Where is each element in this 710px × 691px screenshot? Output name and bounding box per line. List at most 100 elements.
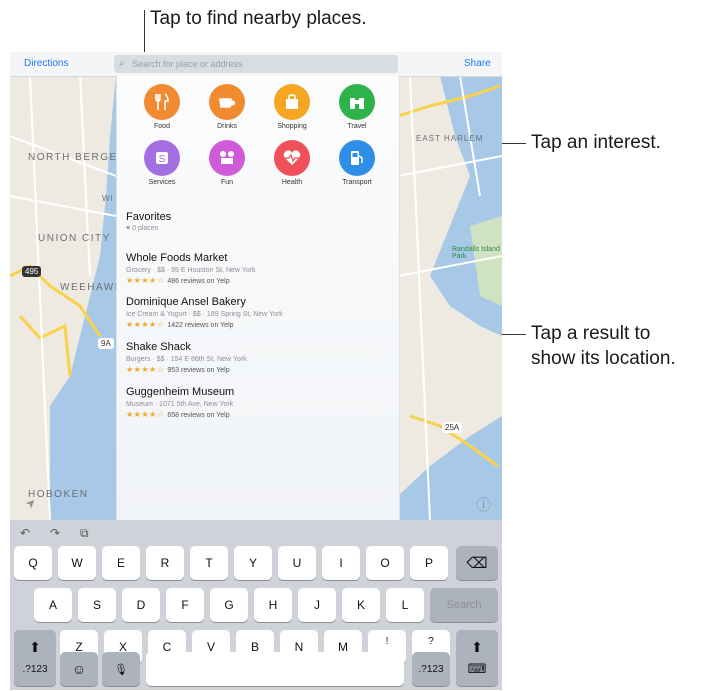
favorites-count: ♥ 0 places	[126, 225, 159, 232]
numbers-key-right[interactable]: .?123	[412, 652, 450, 686]
fork-knife-icon	[144, 84, 180, 120]
highway-2	[18, 314, 72, 377]
callout-result-1: Tap a result to	[531, 323, 651, 344]
star-rating-icon: ★★★★☆	[126, 365, 165, 374]
category-travel[interactable]: Travel	[327, 84, 387, 130]
category-label: Fun	[220, 179, 234, 186]
result-item[interactable]: Dominique Ansel Bakery Ice Cream & Yogur…	[126, 296, 391, 329]
hide-keyboard-icon[interactable]: ⌨	[456, 652, 498, 686]
key-g[interactable]: G	[210, 588, 248, 622]
redo-icon[interactable]: ↷	[50, 526, 60, 540]
search-results-panel: Food Drinks Shopping Travel S Services F…	[116, 76, 400, 520]
category-label: Transport	[342, 179, 372, 186]
callout-search: Tap to find nearby places.	[150, 8, 367, 29]
key-k[interactable]: K	[342, 588, 380, 622]
binoculars-icon	[339, 84, 375, 120]
search-placeholder: Search for place or address	[132, 59, 243, 69]
directions-button[interactable]: Directions	[24, 58, 68, 69]
keyboard-shortcut-bar: ↶ ↷ ⧉	[10, 520, 502, 546]
onscreen-keyboard: ↶ ↷ ⧉ Q W E R T Y U I O P ⌫ A S D F G H …	[10, 520, 502, 690]
map-label-route-9a: 9A	[98, 338, 114, 349]
key-h[interactable]: H	[254, 588, 292, 622]
search-icon: ⌕	[119, 58, 125, 69]
category-drinks[interactable]: Drinks	[197, 84, 257, 130]
key-y[interactable]: Y	[234, 546, 272, 580]
key-s[interactable]: S	[78, 588, 116, 622]
star-rating-icon: ★★★★☆	[126, 410, 165, 419]
category-label: Shopping	[277, 123, 307, 130]
key-t[interactable]: T	[190, 546, 228, 580]
category-transport[interactable]: Transport	[327, 140, 387, 186]
result-name: Guggenheim Museum	[126, 386, 235, 398]
gas-pump-icon	[339, 140, 375, 176]
result-name: Shake Shack	[126, 341, 191, 353]
result-item[interactable]: Guggenheim Museum Museum · 1071 5th Ave,…	[126, 386, 391, 419]
paste-icon[interactable]: ⧉	[80, 526, 89, 541]
map-label-route-25a: 25A	[442, 422, 463, 433]
coffee-cup-icon	[209, 84, 245, 120]
result-reviews: 658 reviews on Yelp	[167, 412, 230, 419]
map-label-wi: WI	[102, 194, 114, 203]
share-button[interactable]: Share	[464, 58, 491, 69]
key-r[interactable]: R	[146, 546, 184, 580]
star-rating-icon: ★★★★☆	[126, 276, 165, 285]
key-i[interactable]: I	[322, 546, 360, 580]
space-bar[interactable]	[146, 652, 404, 686]
result-reviews: 953 reviews on Yelp	[167, 367, 230, 374]
category-label: Travel	[347, 123, 367, 130]
key-a[interactable]: A	[34, 588, 72, 622]
callout-interest: Tap an interest.	[531, 132, 661, 153]
shopping-bag-icon	[274, 84, 310, 120]
category-label: Health	[281, 179, 303, 186]
map-label-weehawken: WEEHAWK	[60, 282, 123, 293]
result-rating: ★★★★☆ 953 reviews on Yelp	[126, 365, 391, 374]
undo-icon[interactable]: ↶	[20, 526, 30, 540]
emoji-key[interactable]: ☺	[60, 652, 98, 686]
category-label: Services	[148, 179, 176, 186]
result-rating: ★★★★☆ 1422 reviews on Yelp	[126, 320, 391, 329]
key-p[interactable]: P	[410, 546, 448, 580]
services-icon: S	[144, 140, 180, 176]
backspace-key[interactable]: ⌫	[456, 546, 498, 580]
info-icon[interactable]: ⓘ	[476, 494, 491, 515]
map-label-hoboken: HOBOKEN	[28, 489, 89, 500]
category-label: Food	[154, 123, 170, 130]
search-field[interactable]: ⌕ Search for place or address	[114, 55, 398, 73]
key-d[interactable]: D	[122, 588, 160, 622]
result-details: Grocery · $$ · 95 E Houston St, New York	[126, 267, 256, 274]
category-shopping[interactable]: Shopping	[262, 84, 322, 130]
result-item[interactable]: Shake Shack Burgers · $$ · 154 E 86th St…	[126, 341, 391, 374]
ipad-screen: NORTH BERGEN UNION CITY WEEHAWK HOBOKEN …	[10, 52, 502, 690]
search-key[interactable]: Search	[430, 588, 498, 622]
category-label: Drinks	[217, 123, 237, 130]
star-rating-icon: ★★★★☆	[126, 320, 165, 329]
result-name: Whole Foods Market	[126, 252, 228, 264]
key-w[interactable]: W	[58, 546, 96, 580]
favorites-title[interactable]: Favorites	[126, 211, 171, 223]
result-rating: ★★★★☆ 486 reviews on Yelp	[126, 276, 391, 285]
map-label-union-city: UNION CITY	[38, 233, 111, 244]
category-services[interactable]: S Services	[132, 140, 192, 186]
key-e[interactable]: E	[102, 546, 140, 580]
key-f[interactable]: F	[166, 588, 204, 622]
category-food[interactable]: Food	[132, 84, 192, 130]
map-label-east-harlem: EAST HARLEM	[416, 134, 484, 143]
key-l[interactable]: L	[386, 588, 424, 622]
result-name: Dominique Ansel Bakery	[126, 296, 246, 308]
navigation-bar: Directions ⌕ Search for place or address…	[10, 52, 502, 77]
key-o[interactable]: O	[366, 546, 404, 580]
microphone-icon[interactable]: 🎙	[102, 652, 140, 686]
map-label-route-495: 495	[22, 266, 42, 277]
fun-icon	[209, 140, 245, 176]
key-q[interactable]: Q	[14, 546, 52, 580]
map-label-randalls-island: Randalls Island Park	[452, 246, 500, 260]
svg-text:S: S	[159, 154, 166, 165]
category-fun[interactable]: Fun	[197, 140, 257, 186]
category-health[interactable]: Health	[262, 140, 322, 186]
key-u[interactable]: U	[278, 546, 316, 580]
result-item[interactable]: Whole Foods Market Grocery · $$ · 95 E H…	[126, 252, 391, 285]
map-label-north-bergen: NORTH BERGEN	[28, 152, 127, 163]
numbers-key-left[interactable]: .?123	[14, 652, 56, 686]
heart-pulse-icon	[274, 140, 310, 176]
key-j[interactable]: J	[298, 588, 336, 622]
